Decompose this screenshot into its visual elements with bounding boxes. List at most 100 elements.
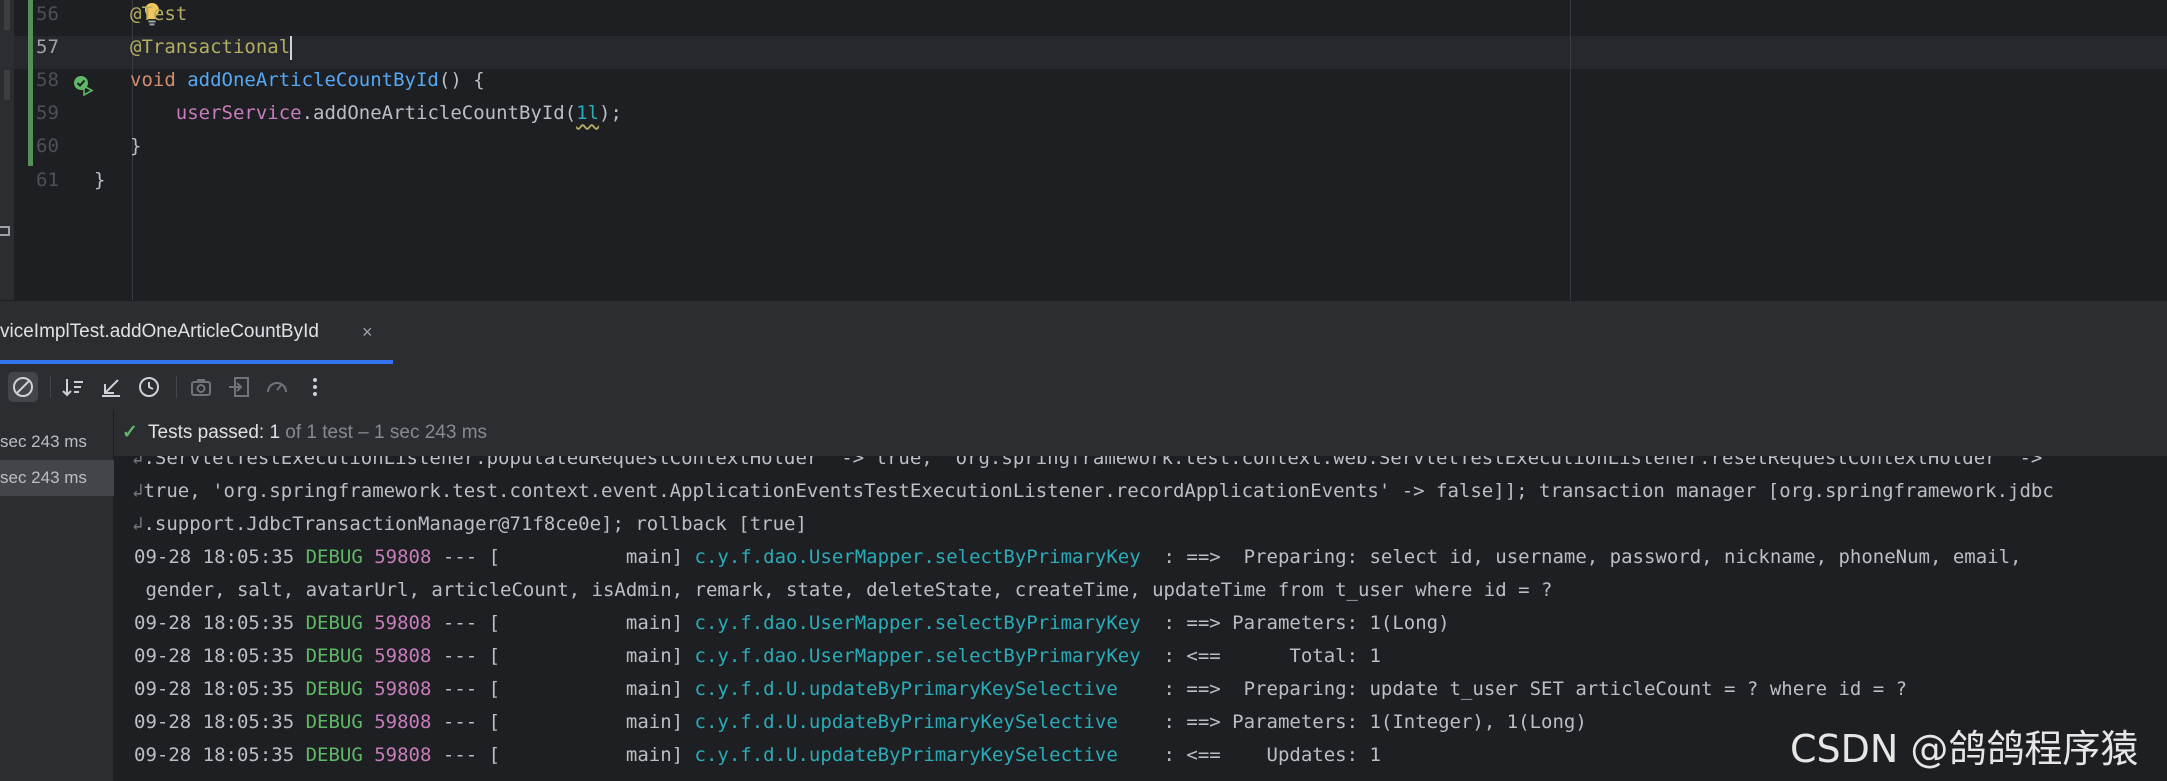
code-text: @Transactional xyxy=(130,31,293,64)
code-line[interactable]: 56 @Test xyxy=(0,0,2167,31)
folder-icon[interactable] xyxy=(0,226,10,236)
log-logger: c.y.f.d.U.updateByPrimaryKeySelective xyxy=(694,711,1153,733)
code-line[interactable]: 57 @Transactional xyxy=(0,31,2167,64)
history-icon[interactable] xyxy=(134,372,164,402)
console-line: gender, salt, avatarUrl, articleCount, i… xyxy=(134,574,1552,607)
log-pid: 59808 xyxy=(362,711,432,733)
test-tree-item[interactable]: sec 243 ms xyxy=(0,424,114,460)
code-line[interactable]: 59 userService.addOneArticleCountById(1l… xyxy=(0,97,2167,130)
tab-run-configuration[interactable]: viceImplTest.addOneArticleCountById × xyxy=(0,301,393,363)
collapse-icon[interactable] xyxy=(96,372,126,402)
code-token: @Test xyxy=(130,3,188,25)
stop-icon[interactable] xyxy=(8,372,38,402)
console-text: true, 'org.springframework.test.context.… xyxy=(143,480,2054,502)
log-level: DEBUG xyxy=(305,678,363,700)
console-line: ↲.ServletTestExecutionListener.populated… xyxy=(132,456,2054,475)
code-token: } xyxy=(94,168,106,191)
log-level: DEBUG xyxy=(305,546,363,568)
log-message: : <== Updates: 1 xyxy=(1152,744,1381,766)
test-status-bar: ✓ Tests passed: 1 of 1 test – 1 sec 243 … xyxy=(114,410,2167,456)
run-tab-title: viceImplTest.addOneArticleCountById xyxy=(0,321,319,342)
log-level: DEBUG xyxy=(305,744,363,766)
tests-passed-label: Tests passed: xyxy=(148,422,270,443)
code-token: addOneArticleCountById xyxy=(187,69,439,92)
text-caret xyxy=(290,35,293,60)
console-text: .ServletTestExecutionListener.populatedR… xyxy=(143,456,2054,469)
more-icon[interactable] xyxy=(300,372,330,402)
log-pid: 59808 xyxy=(362,645,432,667)
code-line[interactable]: 61} xyxy=(0,164,2167,197)
test-tree: sec 243 ms sec 243 ms xyxy=(0,410,114,781)
speed-icon[interactable] xyxy=(262,372,292,402)
code-text: } xyxy=(130,130,141,163)
tests-passed-count: 1 xyxy=(269,422,281,443)
log-message: : ==> Parameters: 1(Integer), 1(Long) xyxy=(1152,711,1587,733)
log-timestamp: 09-28 18:05:35 xyxy=(134,678,306,700)
code-token: void xyxy=(130,69,188,92)
log-thread: --- [ main] xyxy=(431,612,695,634)
line-number: 60 xyxy=(36,135,59,158)
check-icon: ✓ xyxy=(122,422,138,443)
log-level: DEBUG xyxy=(305,711,363,733)
log-pid: 59808 xyxy=(362,612,432,634)
test-duration-label: sec 243 ms xyxy=(0,432,87,451)
code-editor[interactable]: 56 @Test 57 @Transactional 58 void addOneArti… xyxy=(0,0,2167,300)
log-timestamp: 09-28 18:05:35 xyxy=(134,546,306,568)
code-line[interactable]: 58 void addOneArticleCountById() { xyxy=(0,64,2167,97)
console-line: 09-28 18:05:35 DEBUG 59808 --- [ main] c… xyxy=(134,607,1450,640)
log-thread: --- [ main] xyxy=(431,645,695,667)
sort-icon[interactable] xyxy=(58,372,88,402)
close-icon[interactable]: × xyxy=(362,301,373,363)
test-result-summary: Tests passed: 1 of 1 test – 1 sec 243 ms xyxy=(148,410,487,456)
log-message: : ==> Preparing: update t_user SET artic… xyxy=(1152,678,1908,700)
test-tree-item-selected[interactable]: sec 243 ms xyxy=(0,460,114,496)
line-number: 57 xyxy=(36,36,59,59)
log-message: : ==> Parameters: 1(Long) xyxy=(1152,612,1450,634)
code-token: @Transactional xyxy=(130,36,291,59)
console-text: gender, salt, avatarUrl, articleCount, i… xyxy=(134,579,1553,601)
log-thread: --- [ main] xyxy=(431,711,695,733)
log-message: : <== Total: 1 xyxy=(1152,645,1381,667)
log-logger: c.y.f.d.U.updateByPrimaryKeySelective xyxy=(694,678,1153,700)
console-line: 09-28 18:05:35 DEBUG 59808 --- [ main] c… xyxy=(134,706,1587,739)
run-toolbar xyxy=(0,364,2167,410)
console-line: ↲true, 'org.springframework.test.context… xyxy=(132,475,2054,508)
code-token: 1l xyxy=(576,102,600,125)
test-duration-label: sec 243 ms xyxy=(0,468,87,487)
code-text: userService.addOneArticleCountById(1l); xyxy=(130,97,622,130)
log-level: DEBUG xyxy=(305,645,363,667)
code-line[interactable]: 60} xyxy=(0,130,2167,163)
log-pid: 59808 xyxy=(362,744,432,766)
code-token: ); xyxy=(599,102,622,125)
code-token: } xyxy=(130,135,142,158)
toolbar-separator xyxy=(50,376,51,398)
soft-wrap-icon: ↲ xyxy=(132,513,144,535)
log-timestamp: 09-28 18:05:35 xyxy=(134,711,306,733)
soft-wrap-icon: ↲ xyxy=(132,480,144,502)
log-thread: --- [ main] xyxy=(431,678,695,700)
line-number: 56 xyxy=(36,3,59,25)
log-pid: 59808 xyxy=(362,546,432,568)
code-text: } xyxy=(94,164,105,197)
console-text: .support.JdbcTransactionManager@71f8ce0e… xyxy=(143,513,807,535)
line-number: 59 xyxy=(36,102,59,125)
watermark: CSDN @鸽鸽程序猿 xyxy=(1790,727,2139,771)
line-number: 58 xyxy=(36,69,59,92)
run-tool-window-header: viceImplTest.addOneArticleCountById × xyxy=(0,300,2167,364)
log-pid: 59808 xyxy=(362,678,432,700)
code-token: () { xyxy=(438,69,485,92)
code-text: @Test xyxy=(130,0,187,31)
import-icon[interactable] xyxy=(224,372,254,402)
log-logger: c.y.f.dao.UserMapper.selectByPrimaryKey xyxy=(694,645,1153,667)
tests-passed-detail: of 1 test – 1 sec 243 ms xyxy=(280,422,488,443)
camera-icon[interactable] xyxy=(186,372,216,402)
log-logger: c.y.f.dao.UserMapper.selectByPrimaryKey xyxy=(694,546,1153,568)
code-text: void addOneArticleCountById() { xyxy=(130,64,485,97)
log-level: DEBUG xyxy=(305,612,363,634)
log-timestamp: 09-28 18:05:35 xyxy=(134,612,306,634)
line-number: 61 xyxy=(36,168,59,191)
console-line: 09-28 18:05:35 DEBUG 59808 --- [ main] c… xyxy=(134,739,1381,772)
console-line: 09-28 18:05:35 DEBUG 59808 --- [ main] c… xyxy=(134,673,1907,706)
log-thread: --- [ main] xyxy=(431,546,695,568)
log-timestamp: 09-28 18:05:35 xyxy=(134,645,306,667)
